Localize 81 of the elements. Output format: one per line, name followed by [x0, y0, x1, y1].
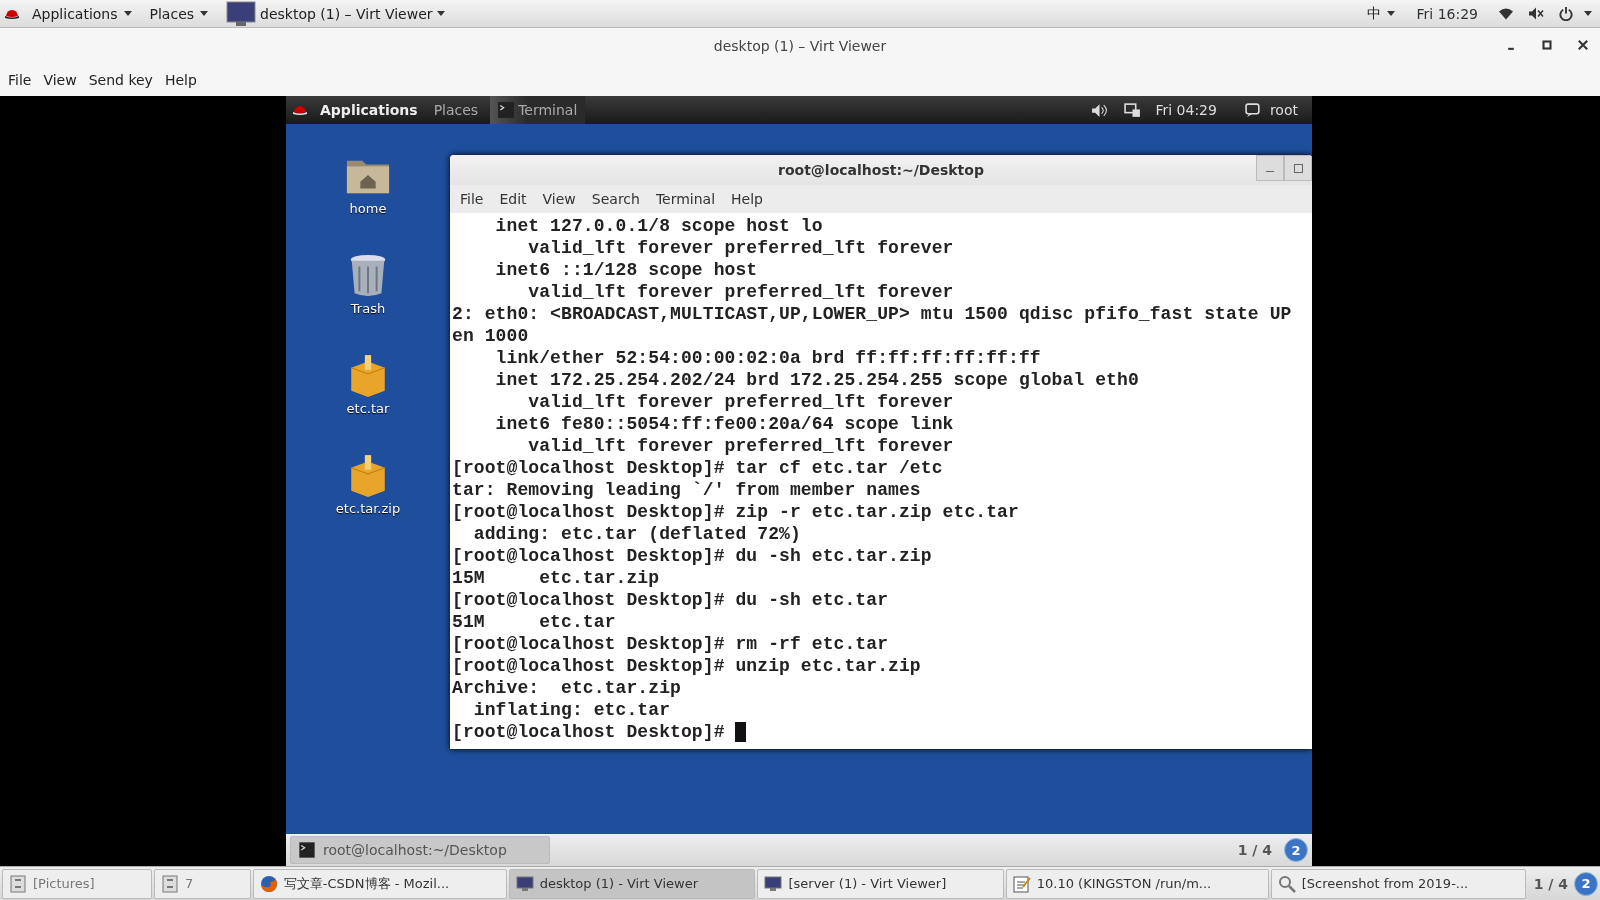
terminal-line: [root@localhost Desktop]# tar cf etc.tar /etc — [452, 458, 943, 478]
terminal-icon — [498, 102, 515, 118]
monitor-icon — [515, 874, 534, 893]
user-name[interactable]: root — [1269, 102, 1298, 118]
menu-item[interactable]: Help — [723, 191, 771, 207]
task-button[interactable]: [Screenshot from 2019-... — [1270, 868, 1526, 899]
icon-label[interactable]: home — [349, 200, 387, 216]
input-method-button[interactable]: 中 — [1360, 0, 1401, 27]
terminal-line: Archive: etc.tar.zip — [452, 678, 681, 698]
power-icon[interactable] — [1558, 6, 1574, 21]
terminal-line: 15M etc.tar.zip — [452, 568, 660, 588]
terminal-icon — [299, 842, 315, 858]
task-button[interactable]: [server (1) - Virt Viewer] — [757, 868, 1004, 899]
menu-button[interactable]: Places — [143, 0, 215, 27]
menu-item[interactable]: Help — [158, 68, 203, 92]
menu-item[interactable]: File — [2, 68, 38, 92]
icon-label[interactable]: Trash — [350, 300, 386, 316]
menu-item[interactable]: Send key — [82, 68, 159, 92]
volume-icon[interactable] — [1091, 102, 1109, 118]
task-button[interactable]: 写文章-CSDN博客 - Mozil... — [252, 868, 507, 899]
window-title: desktop (1) – Virt Viewer — [713, 38, 887, 54]
menu-item[interactable]: File — [452, 191, 492, 207]
clock: Fri 04:29 — [1155, 102, 1217, 118]
terminal-line: [root@localhost Desktop]# rm -rf etc.tar — [452, 634, 889, 654]
clock: Fri 16:29 — [1416, 5, 1478, 22]
window-title: root@localhost:~/Desktop — [778, 162, 984, 178]
workspace-badge[interactable]: 2 — [1574, 871, 1599, 896]
terminal-line: valid_lft forever preferred_lft forever — [527, 392, 954, 412]
terminal-line: 2: eth0: <BROADCAST,MULTICAST,UP,LOWER_UP> mtu 1500 qdisc pfifo_fast state UP — [452, 304, 1292, 324]
wifi-icon[interactable] — [1498, 6, 1514, 21]
task-button[interactable]: 10.10 (KINGSTON /run/m... — [1005, 868, 1269, 899]
maximize-icon[interactable] — [1540, 38, 1554, 52]
terminal-line: inet 127.0.0.1/8 scope host lo — [494, 216, 823, 236]
menu-item[interactable]: View — [37, 68, 83, 92]
terminal-line: inflating: etc.tar — [472, 700, 671, 720]
task-button[interactable]: 7 — [154, 868, 251, 899]
terminal-line: valid_lft forever preferred_lft forever — [527, 238, 954, 258]
terminal-task-button[interactable]: Terminal — [490, 96, 586, 124]
terminal-line: valid_lft forever preferred_lft forever — [527, 436, 954, 456]
network-icon[interactable] — [1124, 102, 1142, 118]
menu-item[interactable]: Terminal — [647, 191, 724, 207]
globe-icon — [259, 874, 278, 893]
terminal-line: inet 172.25.254.202/24 brd 172.25.254.255 scope global eth0 — [494, 370, 1139, 390]
terminal-line: [root@localhost Desktop]# — [452, 722, 726, 742]
terminal-line: tar: Removing leading `/' from member names — [452, 480, 921, 500]
cabinet-icon — [9, 874, 27, 893]
menu-item[interactable]: View — [534, 191, 584, 207]
terminal-line: inet6 ::1/128 scope host — [494, 260, 758, 280]
terminal-line: inet6 fe80::5054:ff:fe00:20a/64 scope link — [494, 414, 954, 434]
terminal-line: link/ether 52:54:00:00:02:0a brd ff:ff:ff:ff:ff:ff — [494, 348, 1041, 368]
terminal-line: [root@localhost Desktop]# du -sh etc.tar.zip — [452, 546, 932, 566]
task-button[interactable]: desktop (1) - Virt Viewer — [508, 868, 756, 899]
terminal-line: 51M etc.tar — [452, 612, 616, 632]
applications-menu[interactable]: Applications — [316, 102, 422, 118]
terminal-line: adding: etc.tar (deflated 72%) — [472, 524, 801, 544]
close-icon[interactable] — [1576, 38, 1590, 52]
terminal-line: [root@localhost Desktop]# zip -r etc.tar.zip etc.tar — [452, 502, 1019, 522]
workspace-pager[interactable]: 1 / 4 — [1237, 842, 1272, 858]
monitor-icon — [764, 874, 783, 893]
magnifier-icon — [1277, 874, 1296, 893]
workspace-badge[interactable]: 2 — [1284, 838, 1308, 862]
terminal-line: valid_lft forever preferred_lft forever — [527, 282, 954, 302]
window-list-button[interactable]: desktop (1) – Virt Viewer — [220, 0, 451, 27]
places-menu[interactable]: Places — [429, 102, 483, 118]
menu-item[interactable]: Search — [583, 191, 648, 207]
volume-icon[interactable] — [1528, 6, 1544, 21]
icon-label[interactable]: etc.tar.zip — [335, 500, 401, 516]
task-button[interactable]: root@localhost:~/Desktop — [290, 836, 550, 864]
workspace-pager[interactable]: 1 / 4 — [1533, 875, 1569, 892]
task-button[interactable]: [Pictures] — [2, 868, 153, 899]
menu-button[interactable]: Applications — [26, 0, 138, 27]
terminal-line: en 1000 — [452, 326, 529, 346]
notepad-icon — [1012, 874, 1031, 893]
menu-item[interactable]: Edit — [491, 191, 535, 207]
monitor-icon — [226, 0, 257, 27]
terminal-line: [root@localhost Desktop]# du -sh etc.tar — [452, 590, 889, 610]
user-icon[interactable] — [1244, 102, 1262, 118]
terminal-line: [root@localhost Desktop]# unzip etc.tar.zip — [452, 656, 921, 676]
cabinet-icon — [161, 874, 180, 893]
icon-label[interactable]: etc.tar — [346, 400, 390, 416]
maximize-button[interactable] — [1284, 155, 1312, 181]
